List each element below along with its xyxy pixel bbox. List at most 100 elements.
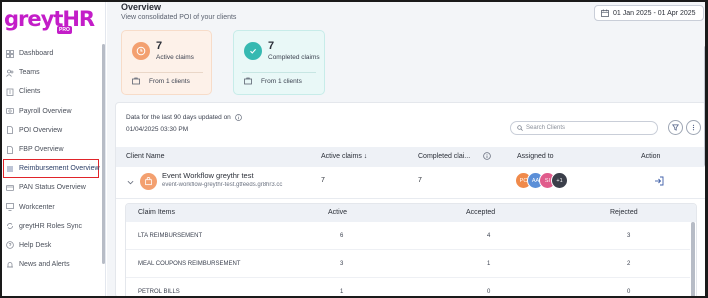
claim-item: LTA REIMBURSEMENT <box>138 233 203 239</box>
sidebar-item-clients[interactable]: Clients <box>2 82 102 101</box>
col-rejected: Rejected <box>610 209 638 216</box>
claim-row: PETROL BILLS 1 0 0 <box>126 278 690 296</box>
claim-rejected: 0 <box>627 289 631 295</box>
check-icon <box>244 42 262 60</box>
sidebar-nav: Dashboard Teams Clients Payroll Overview… <box>2 44 102 274</box>
clients-table-header: Client Name Active claims ↓ Completed cl… <box>116 147 705 167</box>
subtable-scrollbar[interactable] <box>691 222 695 296</box>
sidebar-item-payroll-overview[interactable]: Payroll Overview <box>2 102 102 121</box>
logo[interactable]: greytHR PRO <box>4 8 95 34</box>
claim-active: 3 <box>340 261 344 267</box>
search-clients-input[interactable]: Search Clients <box>510 121 658 135</box>
claim-rejected: 3 <box>627 233 631 239</box>
divider <box>242 72 316 73</box>
briefcase-icon <box>132 77 140 85</box>
help-icon <box>6 241 14 250</box>
clients-icon <box>6 88 14 96</box>
main-content: Overview View consolidated POI of your c… <box>107 2 705 296</box>
more-vertical-icon <box>692 124 695 131</box>
col-completed-claims[interactable]: Completed clai... <box>418 153 470 160</box>
sidebar: greytHR PRO Dashboard Teams Clients Payr… <box>2 2 106 296</box>
clock-icon <box>132 42 150 60</box>
date-range-text: 01 Jan 2025 - 01 Apr 2025 <box>613 9 696 17</box>
active-claims-card[interactable]: 7 Active claims From 1 clients <box>121 30 212 95</box>
assignee-avatars[interactable]: PC AA SI +1 <box>515 172 568 190</box>
completed-claims-footer: From 1 clients <box>244 77 302 85</box>
table-row[interactable]: Event Workflow greythr test event-workfl… <box>116 167 705 199</box>
col-assigned-to: Assigned to <box>517 153 554 160</box>
col-client-name[interactable]: Client Name <box>126 153 165 160</box>
sidebar-item-workcenter[interactable]: Workcenter <box>2 198 102 217</box>
sidebar-item-greythr-roles-sync[interactable]: greytHR Roles Sync <box>2 217 102 236</box>
info-icon[interactable] <box>483 152 491 162</box>
payroll-icon <box>6 107 14 115</box>
avatar-more[interactable]: +1 <box>551 172 568 189</box>
monitor-icon <box>6 203 14 211</box>
claim-accepted: 1 <box>487 261 491 267</box>
divider <box>130 72 203 73</box>
page-title: Overview <box>121 2 162 12</box>
date-range-picker[interactable]: 01 Jan 2025 - 01 Apr 2025 <box>594 5 704 21</box>
sidebar-item-teams[interactable]: Teams <box>2 63 102 82</box>
sidebar-item-label: News and Alerts <box>19 261 70 269</box>
claim-active: 6 <box>340 233 344 239</box>
client-name[interactable]: Event Workflow greythr test <box>162 171 254 180</box>
sidebar-item-label: Dashboard <box>19 50 54 58</box>
sidebar-item-pan-status-overview[interactable]: PAN Status Overview <box>2 178 102 197</box>
more-options-button[interactable] <box>686 120 701 135</box>
briefcase-icon <box>244 77 252 85</box>
sidebar-item-label: POI Overview <box>19 126 63 134</box>
data-updated-timestamp: 01/04/2025 03:30 PM <box>126 126 189 133</box>
active-claims-footer: From 1 clients <box>132 77 190 85</box>
claim-active: 1 <box>340 289 344 295</box>
claim-item: MEAL COUPONS REIMBURSEMENT <box>138 261 241 267</box>
filter-icon <box>672 124 679 131</box>
sidebar-item-label: Workcenter <box>19 203 55 211</box>
active-claims-from: From 1 clients <box>149 77 190 85</box>
claim-item: PETROL BILLS <box>138 289 180 295</box>
pro-badge: PRO <box>57 26 72 34</box>
sidebar-item-news-and-alerts[interactable]: News and Alerts <box>2 255 102 274</box>
claim-accepted: 4 <box>487 233 491 239</box>
sidebar-item-help-desk[interactable]: Help Desk <box>2 236 102 255</box>
sidebar-item-label: FBP Overview <box>19 146 64 154</box>
completed-claims-from: From 1 clients <box>261 77 302 85</box>
sidebar-item-label: Help Desk <box>19 241 52 249</box>
shopping-bag-icon <box>140 173 157 190</box>
sidebar-item-label: greytHR Roles Sync <box>19 222 83 230</box>
search-placeholder: Search Clients <box>526 125 566 131</box>
claims-subtable: Claim Items Active Accepted Rejected LTA… <box>125 203 697 296</box>
claims-subtable-header: Claim Items Active Accepted Rejected <box>126 204 696 222</box>
data-updated-note: Data for the last 90 days updated on <box>126 114 242 121</box>
claim-row: MEAL COUPONS REIMBURSEMENT 3 1 2 <box>126 250 690 278</box>
sidebar-item-reimbursement-overview[interactable]: Reimbursement Overview <box>3 159 100 179</box>
claim-row: LTA REIMBURSEMENT 6 4 3 <box>126 222 690 250</box>
document-icon <box>6 126 14 135</box>
claim-accepted: 0 <box>487 289 491 295</box>
filter-button[interactable] <box>668 120 683 135</box>
completed-claims-count: 7 <box>268 40 275 52</box>
sidebar-item-fbp-overview[interactable]: FBP Overview <box>2 140 102 159</box>
claim-rejected: 2 <box>627 261 631 267</box>
chevron-down-icon[interactable] <box>127 179 134 186</box>
client-completed-claims: 7 <box>418 177 422 184</box>
completed-claims-card[interactable]: 7 Completed claims From 1 clients <box>233 30 325 95</box>
teams-icon <box>6 69 14 77</box>
open-detail-icon[interactable] <box>654 176 664 186</box>
document-icon <box>6 145 14 154</box>
table-scrollbar[interactable] <box>704 46 705 166</box>
col-active-claims[interactable]: Active claims ↓ <box>321 153 367 160</box>
sidebar-item-poi-overview[interactable]: POI Overview <box>2 121 102 140</box>
info-icon[interactable] <box>234 114 242 121</box>
sidebar-scrollbar[interactable] <box>102 44 105 264</box>
bell-icon <box>6 261 14 269</box>
col-action: Action <box>641 153 661 160</box>
active-claims-count: 7 <box>156 40 163 52</box>
client-domain: event-workflow-greythr-test.gtfeeds.gr8h… <box>162 182 283 188</box>
client-active-claims: 7 <box>321 177 325 184</box>
sidebar-item-dashboard[interactable]: Dashboard <box>2 44 102 63</box>
sidebar-item-label: Teams <box>19 69 40 77</box>
sidebar-item-label: Payroll Overview <box>19 107 72 115</box>
col-accepted: Accepted <box>466 209 496 216</box>
search-icon <box>517 125 523 131</box>
